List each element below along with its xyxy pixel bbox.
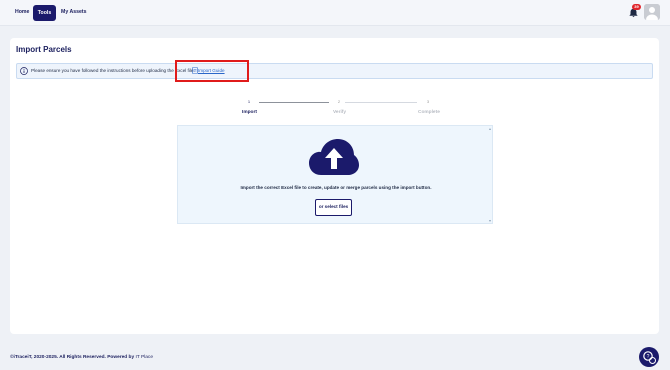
info-icon	[20, 67, 28, 75]
footer-copyright-text: ©iTraceiT, 2020-2025. All Rights Reserve…	[10, 355, 135, 360]
step-line-1	[259, 102, 329, 103]
avatar-icon	[644, 4, 660, 20]
info-banner: Please ensure you have followed the inst…	[16, 63, 653, 79]
step-3-circle: 3	[423, 97, 433, 107]
svg-text:?: ?	[647, 354, 650, 360]
footer-powered-by[interactable]: IT Place	[135, 355, 153, 360]
footer-copyright: ©iTraceiT, 2020-2025. All Rights Reserve…	[10, 355, 153, 360]
step-2-label: Verify	[333, 110, 347, 115]
help-chat-button[interactable]: ?	[639, 347, 659, 367]
avatar[interactable]	[644, 4, 660, 20]
file-dropzone[interactable]: Import the correct Excel file to create,…	[177, 125, 493, 224]
page-title: Import Parcels	[16, 45, 72, 54]
nav-home[interactable]: Home	[11, 5, 33, 20]
dropzone-instruction: Import the correct Excel file to create,…	[240, 185, 432, 190]
nav-tools[interactable]: Tools	[33, 5, 56, 21]
top-navbar: Home Tools My Assets 39	[0, 0, 670, 26]
step-2-circle: 2	[334, 97, 344, 107]
notification-badge: 39	[632, 4, 641, 10]
step-line-2	[345, 102, 417, 103]
step-1-circle[interactable]: 1	[244, 97, 254, 107]
step-1-label: Import	[242, 110, 257, 115]
resize-handle-top: ▴	[489, 126, 492, 131]
step-3-label: Complete	[418, 110, 440, 115]
nav-my-assets[interactable]: My Assets	[57, 5, 90, 20]
cloud-upload-icon	[309, 139, 359, 175]
resize-handle-bottom[interactable]: ▾	[489, 218, 491, 223]
import-guide-link[interactable]: Import Guide	[198, 68, 225, 73]
info-text: Please ensure you have followed the inst…	[31, 68, 195, 73]
help-chat-icon: ?	[640, 348, 658, 366]
select-files-button[interactable]: or select files	[315, 199, 352, 216]
